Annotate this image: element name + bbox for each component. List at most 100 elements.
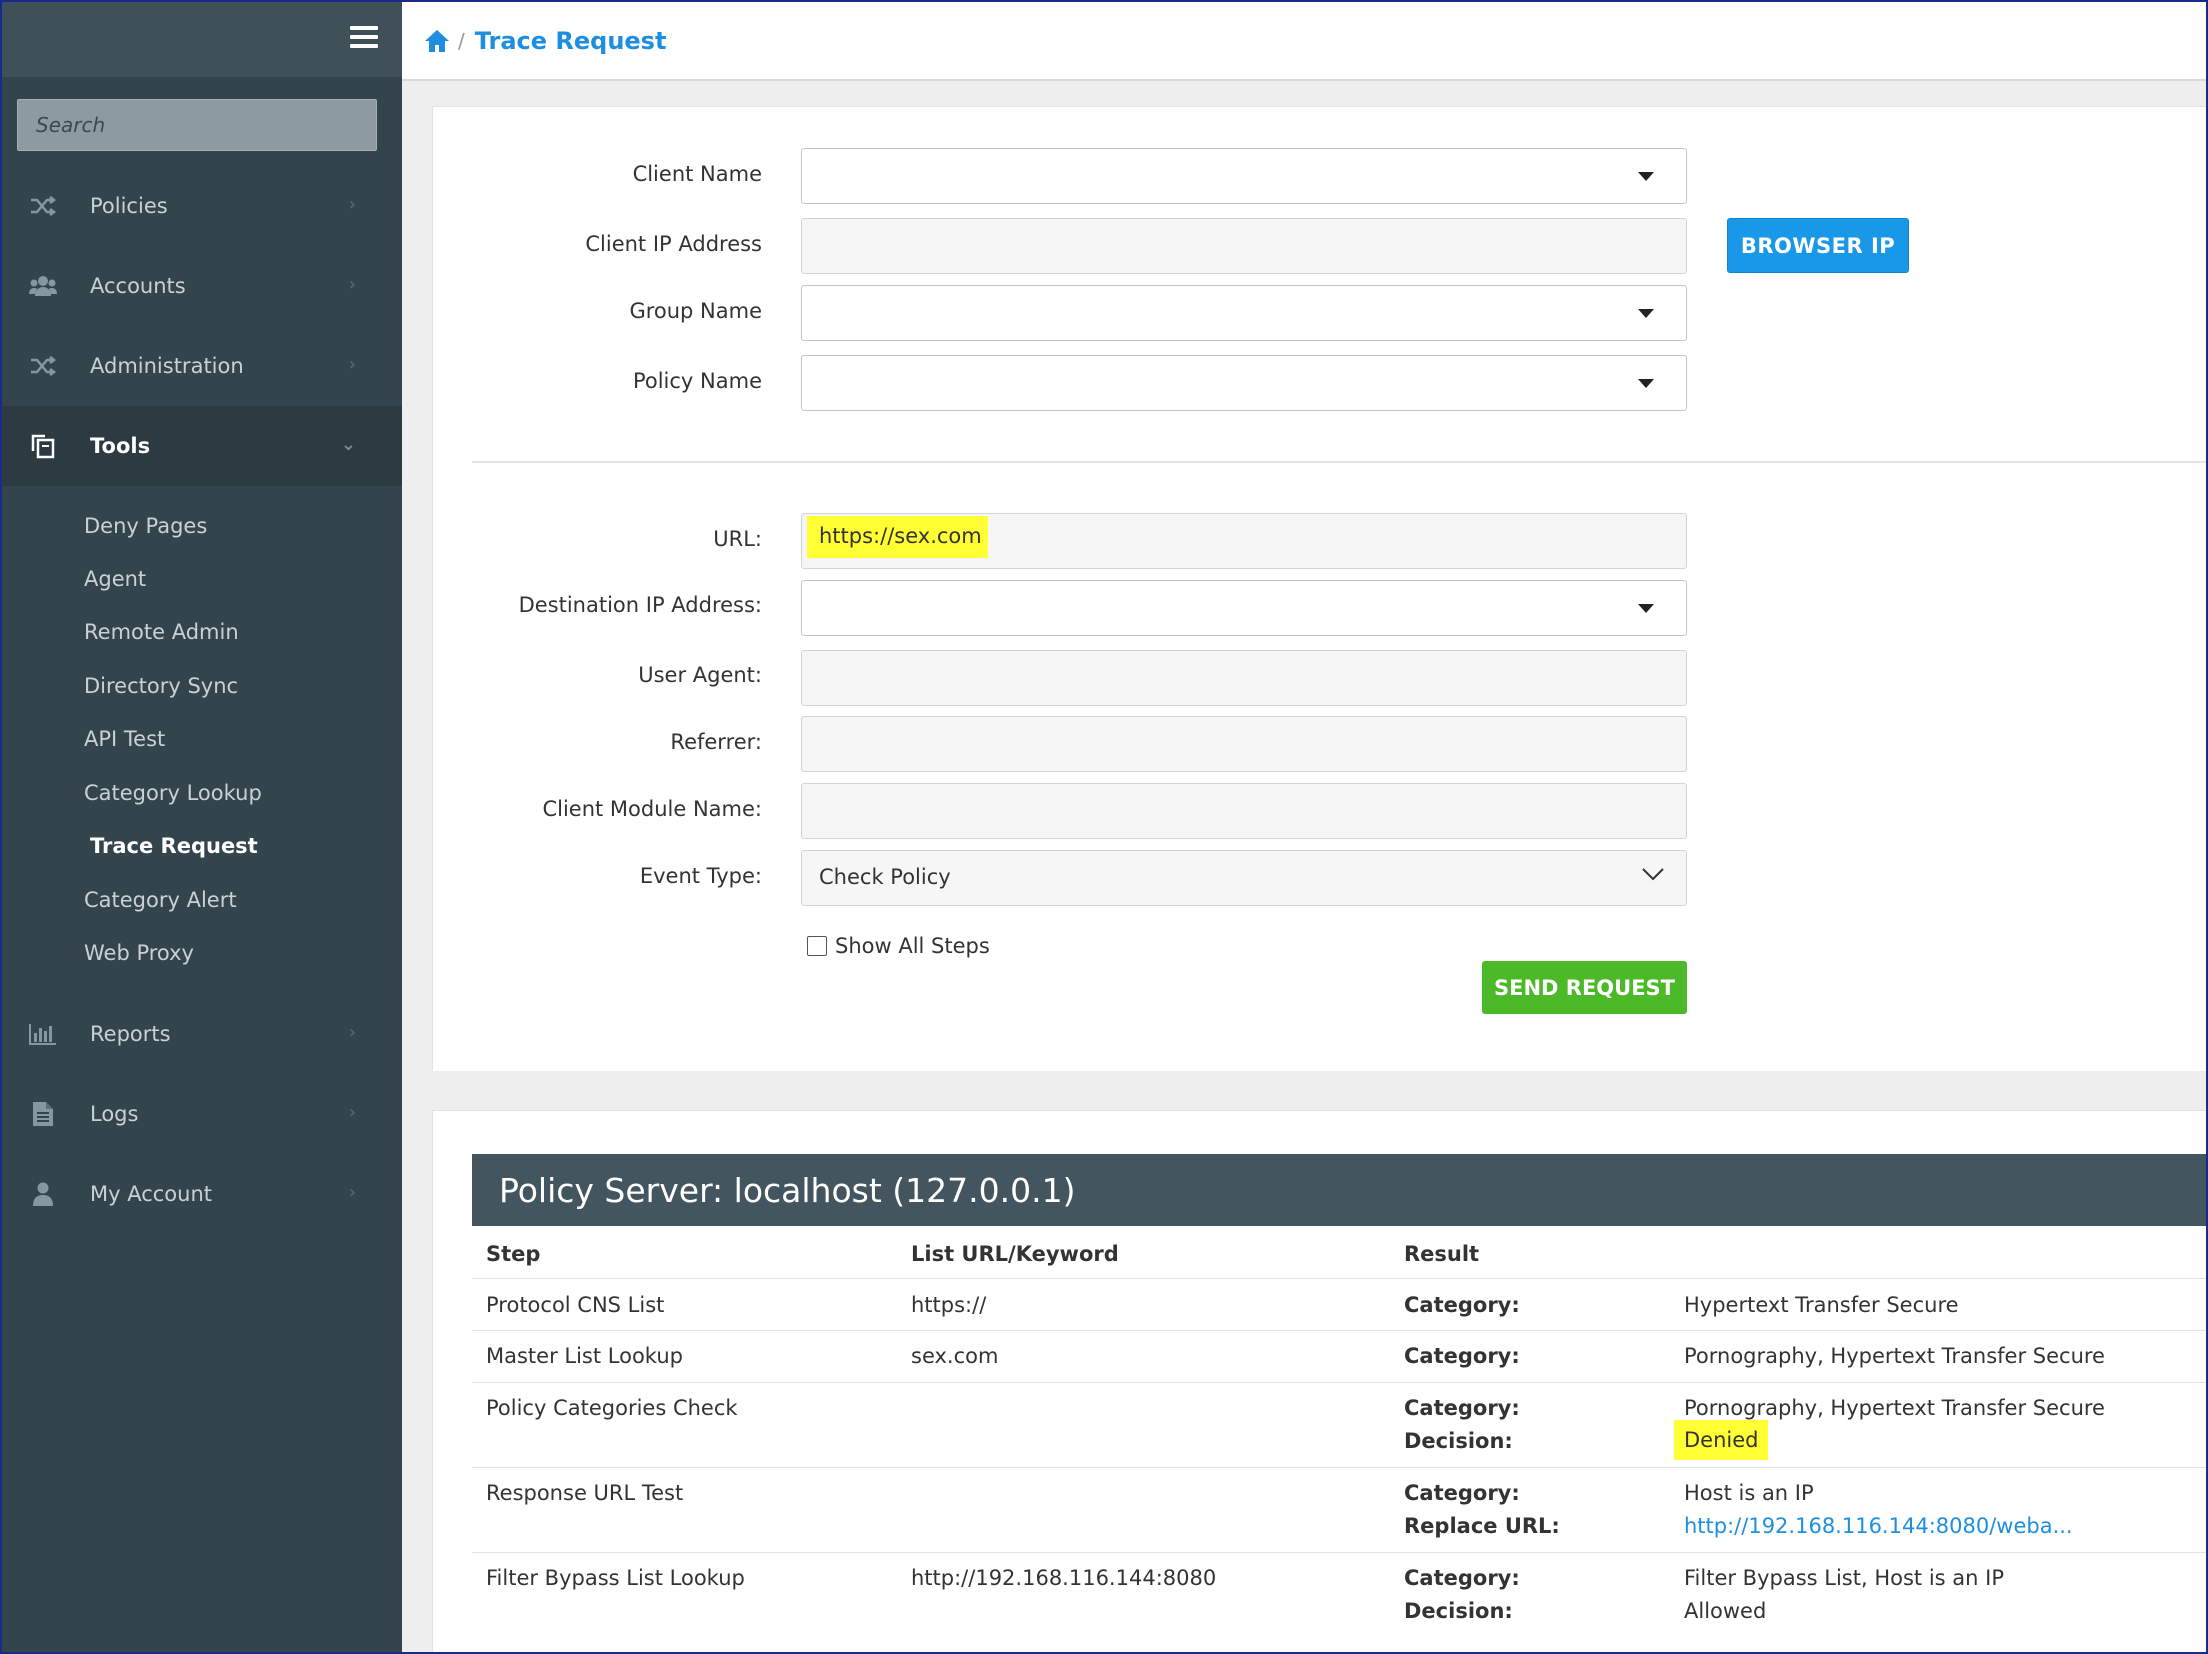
row-divider <box>472 1330 2206 1331</box>
referrer-label: Referrer: <box>670 730 762 754</box>
destination-ip-select[interactable] <box>801 580 1687 636</box>
nav-label: Administration <box>90 354 244 378</box>
column-header-step: Step <box>486 1242 541 1266</box>
nav-item-my-account[interactable]: My Account › <box>2 1154 402 1234</box>
chevron-right-icon: › <box>348 1182 356 1203</box>
nav-item-policies[interactable]: Policies › <box>2 166 402 246</box>
chevron-right-icon: › <box>348 274 356 295</box>
submenu-item-category-alert[interactable]: Category Alert <box>84 888 237 912</box>
event-type-label: Event Type: <box>639 864 762 888</box>
nav-item-accounts[interactable]: Accounts › <box>2 246 402 326</box>
table-cell-step: Filter Bypass List Lookup <box>486 1566 745 1590</box>
submenu-item-web-proxy[interactable]: Web Proxy <box>84 941 194 965</box>
table-cell-result-label: Category: <box>1404 1396 1520 1420</box>
browser-ip-button[interactable]: BROWSER IP <box>1727 218 1909 273</box>
caret-down-icon <box>1638 379 1654 388</box>
search-box <box>17 99 377 151</box>
show-all-steps-checkbox[interactable]: Show All Steps <box>807 934 990 958</box>
client-module-input[interactable] <box>801 783 1687 839</box>
referrer-input[interactable] <box>801 716 1687 772</box>
destination-ip-label: Destination IP Address: <box>518 593 762 617</box>
shuffle-icon <box>28 196 58 216</box>
chevron-right-icon: › <box>348 194 356 215</box>
table-cell-result-label: Category: <box>1404 1566 1520 1590</box>
row-divider <box>472 1278 2206 1279</box>
chevron-down-icon: ⌄ <box>340 434 356 455</box>
nav-label: Tools <box>90 434 151 458</box>
sidebar-top <box>2 2 402 77</box>
bar-chart-icon <box>28 1023 58 1045</box>
caret-down-icon <box>1638 309 1654 318</box>
page-title: Trace Request <box>474 26 667 55</box>
table-cell-step: Response URL Test <box>486 1481 684 1505</box>
decision-denied-value: Denied <box>1674 1420 1769 1460</box>
row-divider <box>472 1552 2206 1553</box>
column-header-keyword: List URL/Keyword <box>911 1242 1119 1266</box>
caret-down-icon <box>1638 604 1654 613</box>
table-cell-step: Protocol CNS List <box>486 1293 665 1317</box>
form-divider <box>472 461 2206 463</box>
nav-label: Accounts <box>90 274 186 298</box>
caret-down-icon <box>1638 172 1654 181</box>
table-cell-result-label: Category: <box>1404 1481 1520 1505</box>
policy-name-label: Policy Name <box>632 369 762 393</box>
table-cell-result-value: Pornography, Hypertext Transfer Secure <box>1684 1344 2105 1368</box>
sidebar: Policies › Accounts › Administration › T… <box>2 2 402 1652</box>
nav-item-logs[interactable]: Logs › <box>2 1074 402 1154</box>
search-input[interactable] <box>18 100 376 150</box>
menu-toggle-icon[interactable] <box>350 26 378 50</box>
client-name-select[interactable] <box>801 148 1687 204</box>
submenu-item-trace-request[interactable]: Trace Request <box>90 834 258 858</box>
replace-url-link[interactable]: http://192.168.116.144:8080/weba... <box>1684 1514 2073 1538</box>
table-cell-result-value: Hypertext Transfer Secure <box>1684 1293 1959 1317</box>
nav-item-reports[interactable]: Reports › <box>2 994 402 1074</box>
send-request-button[interactable]: SEND REQUEST <box>1482 961 1687 1014</box>
table-cell-step: Master List Lookup <box>486 1344 683 1368</box>
row-divider <box>472 1382 2206 1383</box>
app-window: Policies › Accounts › Administration › T… <box>0 0 2208 1654</box>
checkbox-box[interactable] <box>807 936 827 956</box>
column-header-result: Result <box>1404 1242 1480 1266</box>
user-agent-input[interactable] <box>801 650 1687 706</box>
client-ip-label: Client IP Address <box>585 232 762 256</box>
breadcrumb-separator: / <box>458 28 465 53</box>
chevron-right-icon: › <box>348 1022 356 1043</box>
results-title: Policy Server: localhost (127.0.0.1) <box>472 1154 2206 1226</box>
event-type-value: Check Policy <box>819 865 951 889</box>
submenu-item-remote-admin[interactable]: Remote Admin <box>84 620 239 644</box>
table-cell-keyword: https:// <box>911 1293 987 1317</box>
url-label: URL: <box>713 527 762 551</box>
shuffle-icon <box>28 356 58 376</box>
event-type-select[interactable]: Check Policy <box>801 850 1687 906</box>
submenu-item-api-test[interactable]: API Test <box>84 727 165 751</box>
table-cell-keyword: sex.com <box>911 1344 999 1368</box>
group-name-select[interactable] <box>801 285 1687 341</box>
table-cell-result-label: Decision: <box>1404 1429 1513 1453</box>
submenu-item-agent[interactable]: Agent <box>84 567 146 591</box>
nav-item-administration[interactable]: Administration › <box>2 326 402 406</box>
home-icon[interactable] <box>424 29 450 53</box>
table-cell-result-value: Filter Bypass List, Host is an IP <box>1684 1566 2004 1590</box>
table-cell-result-value: Host is an IP <box>1684 1481 1814 1505</box>
submenu-item-category-lookup[interactable]: Category Lookup <box>84 781 262 805</box>
user-icon <box>28 1182 58 1206</box>
client-ip-input[interactable] <box>801 218 1687 274</box>
table-cell-result-label: Replace URL: <box>1404 1514 1560 1538</box>
url-input[interactable]: https://sex.com <box>801 513 1687 569</box>
table-cell-result-value: Allowed <box>1684 1599 1767 1623</box>
show-all-steps-label: Show All Steps <box>835 934 990 958</box>
table-cell-result-value: Pornography, Hypertext Transfer Secure <box>1684 1396 2105 1420</box>
client-name-label: Client Name <box>632 162 762 186</box>
url-value: https://sex.com <box>807 516 988 558</box>
user-agent-label: User Agent: <box>638 663 762 687</box>
table-cell-result-label: Category: <box>1404 1344 1520 1368</box>
chevron-down-icon <box>1642 868 1664 881</box>
submenu-item-directory-sync[interactable]: Directory Sync <box>84 674 238 698</box>
chevron-right-icon: › <box>348 354 356 375</box>
breadcrumb: / Trace Request <box>402 2 2206 81</box>
submenu-item-deny-pages[interactable]: Deny Pages <box>84 514 207 538</box>
nav-item-tools[interactable]: Tools ⌄ <box>2 406 402 486</box>
table-cell-result-label: Decision: <box>1404 1599 1513 1623</box>
policy-name-select[interactable] <box>801 355 1687 411</box>
client-module-label: Client Module Name: <box>542 797 762 821</box>
